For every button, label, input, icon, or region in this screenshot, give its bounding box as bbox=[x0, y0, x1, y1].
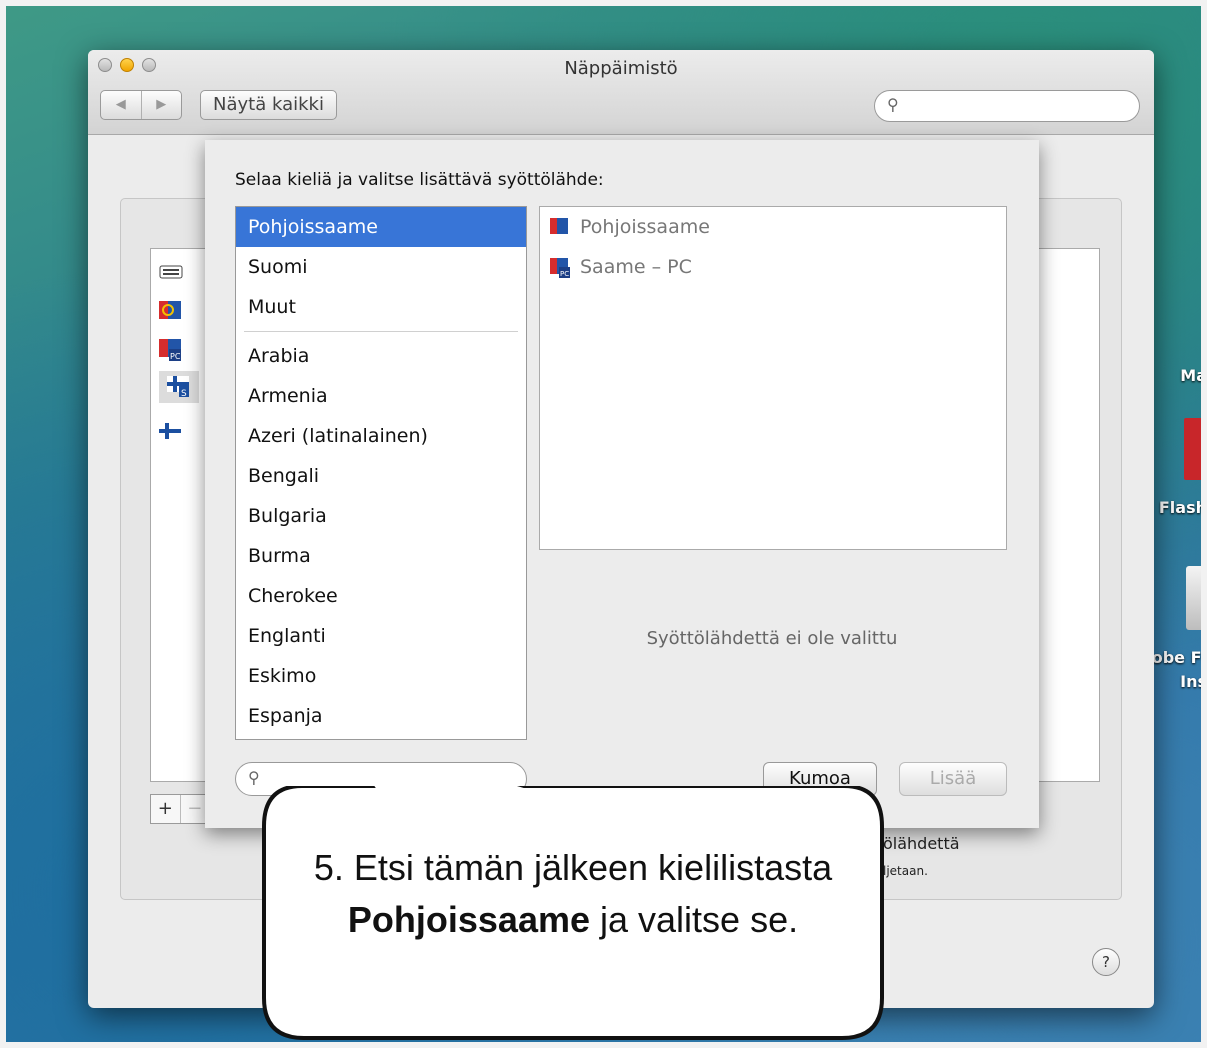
language-item[interactable]: Arabia bbox=[236, 336, 526, 376]
help-button[interactable]: ? bbox=[1092, 948, 1120, 976]
list-divider bbox=[244, 331, 518, 332]
back-arrow-icon[interactable]: ◀ bbox=[101, 91, 142, 119]
language-item[interactable]: Armenia bbox=[236, 376, 526, 416]
no-selection-label: Syöttölähdettä ei ole valittu bbox=[646, 628, 898, 649]
language-item[interactable]: Burma bbox=[236, 536, 526, 576]
desktop-label-4[interactable]: Ins bbox=[1147, 672, 1207, 691]
add-source-button[interactable]: + bbox=[151, 795, 180, 823]
window-title: Näppäimistö bbox=[564, 58, 678, 79]
show-all-button[interactable]: Näytä kaikki bbox=[200, 90, 337, 120]
finnish-s-flag-icon: S bbox=[159, 371, 199, 403]
language-item-pohjoissaame[interactable]: Pohjoissaame bbox=[236, 207, 526, 247]
add-button[interactable]: Lisää bbox=[899, 762, 1007, 796]
svg-text:S: S bbox=[181, 389, 187, 398]
language-item-muut[interactable]: Muut bbox=[236, 287, 526, 327]
language-item[interactable]: Cherokee bbox=[236, 576, 526, 616]
sami-pc-flag-icon: PC bbox=[550, 258, 570, 278]
callout-text: 5. Etsi tämän jälkeen kielilistasta Pohj… bbox=[292, 842, 854, 946]
background-info-subtext: ljetaan. bbox=[883, 864, 928, 878]
language-item-suomi[interactable]: Suomi bbox=[236, 247, 526, 287]
language-list[interactable]: Pohjoissaame Suomi Muut Arabia Armenia A… bbox=[235, 206, 527, 740]
search-icon: ⚲ bbox=[887, 95, 899, 114]
nav-back-forward[interactable]: ◀ ▶ bbox=[100, 90, 182, 120]
search-icon: ⚲ bbox=[248, 768, 260, 787]
sami-flag-icon bbox=[550, 218, 568, 236]
add-input-source-sheet: Selaa kieliä ja valitse lisättävä syöttö… bbox=[205, 140, 1039, 828]
desktop-label-3[interactable]: obe Fl bbox=[1147, 648, 1207, 667]
language-item[interactable]: Espanja bbox=[236, 696, 526, 736]
desktop-label-1[interactable]: Ma bbox=[1147, 366, 1207, 385]
title-bar: Näppäimistö ◀ ▶ Näytä kaikki ⚲ bbox=[88, 50, 1154, 135]
source-label: Saame – PC bbox=[580, 256, 692, 278]
background-info-text: ölähdettä bbox=[883, 834, 960, 853]
callout-text-bold: Pohjoissaame bbox=[347, 899, 590, 940]
disk-image-icon[interactable] bbox=[1186, 566, 1207, 630]
callout-text-post: ja valitse se. bbox=[590, 899, 799, 940]
language-item[interactable]: Bengali bbox=[236, 456, 526, 496]
search-input[interactable]: ⚲ bbox=[874, 90, 1140, 122]
callout-text-pre: 5. Etsi tämän jälkeen kielilistasta bbox=[313, 847, 833, 888]
input-source-options[interactable]: Pohjoissaame PC Saame – PC bbox=[539, 206, 1007, 550]
source-item-pohjoissaame[interactable]: Pohjoissaame bbox=[540, 207, 1006, 247]
sheet-prompt: Selaa kieliä ja valitse lisättävä syöttö… bbox=[235, 170, 604, 190]
svg-text:PC: PC bbox=[560, 270, 569, 278]
source-item-saame-pc[interactable]: PC Saame – PC bbox=[540, 247, 1006, 287]
language-item[interactable]: Englanti bbox=[236, 616, 526, 656]
language-item[interactable]: Bulgaria bbox=[236, 496, 526, 536]
svg-text:PC: PC bbox=[170, 352, 181, 361]
source-label: Pohjoissaame bbox=[580, 216, 710, 238]
forward-arrow-icon[interactable]: ▶ bbox=[142, 91, 182, 119]
instruction-callout: 5. Etsi tämän jälkeen kielilistasta Pohj… bbox=[262, 786, 884, 1040]
desktop-label-2[interactable]: Flash bbox=[1147, 498, 1207, 517]
language-item[interactable]: Azeri (latinalainen) bbox=[236, 416, 526, 456]
language-item[interactable]: Eskimo bbox=[236, 656, 526, 696]
add-remove-control: + − bbox=[150, 794, 210, 824]
flash-installer-icon[interactable] bbox=[1184, 418, 1207, 480]
